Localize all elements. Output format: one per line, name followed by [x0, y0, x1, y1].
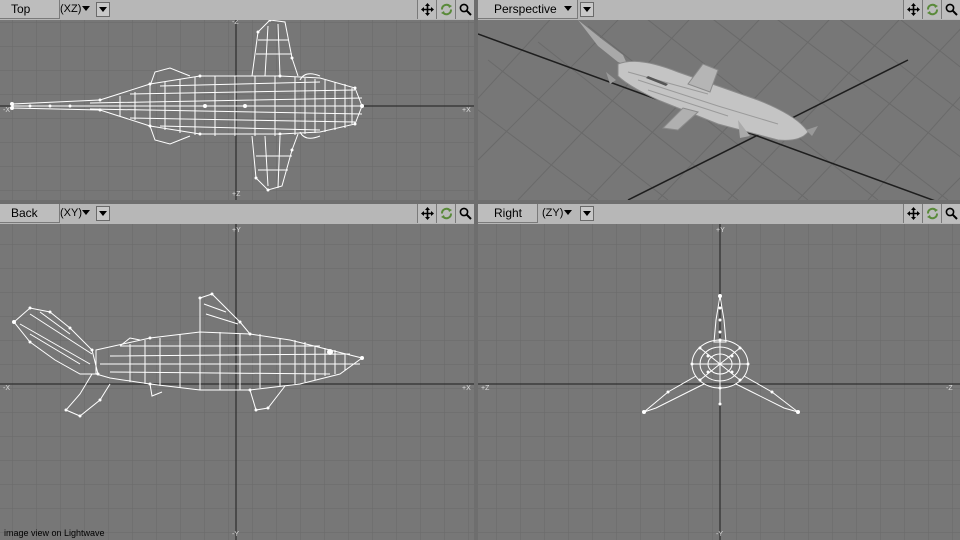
axis-label-right: +X [462, 385, 471, 392]
view-mode-label[interactable]: Right [478, 204, 538, 223]
axis-label-bottom: -Y [232, 531, 239, 538]
move-icon[interactable] [417, 204, 436, 223]
move-icon[interactable] [903, 204, 922, 223]
chevron-down-icon [99, 211, 107, 216]
axis-label: (ZY) [542, 207, 564, 219]
axis-label-left: -X [3, 107, 10, 114]
viewport-perspective[interactable]: Perspective [478, 0, 960, 200]
viewport-options-dropdown[interactable] [580, 2, 594, 17]
axis-label-bottom: -Y [716, 531, 723, 538]
axis-label-left: -X [3, 385, 10, 392]
axis-label: (XZ) [60, 3, 82, 15]
rotate-icon[interactable] [436, 204, 455, 223]
viewport-options-dropdown[interactable] [580, 206, 594, 221]
viewport-titlebar: Right (ZY) [478, 204, 960, 225]
axis-label-right: +X [462, 107, 471, 114]
image-caption: image view on Lightwave [4, 528, 105, 538]
rotate-icon[interactable] [922, 204, 941, 223]
viewport-top[interactable]: Top (XZ) -X +X -Z +Z [0, 0, 474, 200]
viewport-titlebar: Back (XY) [0, 204, 474, 225]
axis-label-top: +Y [716, 227, 725, 234]
move-icon[interactable] [903, 0, 922, 19]
viewport-canvas[interactable]: -X +X -Z +Z [0, 20, 474, 200]
zoom-icon[interactable] [941, 204, 960, 223]
zoom-icon[interactable] [455, 204, 474, 223]
viewport-canvas[interactable]: +Z -Z +Y -Y [478, 224, 960, 540]
viewport-titlebar: Perspective [478, 0, 960, 21]
viewport-back[interactable]: Back (XY) -X +X +Y -Y image view on Ligh… [0, 204, 474, 540]
viewport-tools [417, 0, 474, 19]
viewport-canvas[interactable] [478, 20, 960, 200]
viewport-tools [903, 0, 960, 19]
view-mode-dropdown[interactable] [562, 206, 576, 221]
view-mode-label[interactable]: Top [0, 0, 60, 19]
viewport-tools [417, 204, 474, 223]
chevron-down-icon [583, 7, 591, 12]
chevron-down-icon [82, 6, 90, 11]
chevron-down-icon [564, 6, 572, 11]
chevron-down-icon [564, 210, 572, 215]
chevron-down-icon [583, 211, 591, 216]
axis-label-top: +Y [232, 227, 241, 234]
axis-label-right: -Z [946, 385, 953, 392]
chevron-down-icon [82, 210, 90, 215]
view-mode-dropdown[interactable] [80, 2, 94, 17]
rotate-icon[interactable] [436, 0, 455, 19]
chevron-down-icon [99, 7, 107, 12]
viewport-right[interactable]: Right (ZY) +Z -Z +Y -Y [478, 204, 960, 540]
viewport-tools [903, 204, 960, 223]
axis-label-left: +Z [481, 385, 490, 392]
viewport-canvas[interactable]: -X +X +Y -Y [0, 224, 474, 540]
viewport-options-dropdown[interactable] [96, 2, 110, 17]
axis-label-bottom: +Z [232, 191, 241, 198]
view-mode-dropdown[interactable] [562, 2, 576, 17]
viewport-options-dropdown[interactable] [96, 206, 110, 221]
zoom-icon[interactable] [455, 0, 474, 19]
zoom-icon[interactable] [941, 0, 960, 19]
view-mode-dropdown[interactable] [80, 206, 94, 221]
move-icon[interactable] [417, 0, 436, 19]
view-mode-label[interactable]: Back [0, 204, 60, 223]
rotate-icon[interactable] [922, 0, 941, 19]
viewport-titlebar: Top (XZ) [0, 0, 474, 21]
axis-label-top: -Z [232, 20, 239, 26]
axis-label: (XY) [60, 207, 82, 219]
